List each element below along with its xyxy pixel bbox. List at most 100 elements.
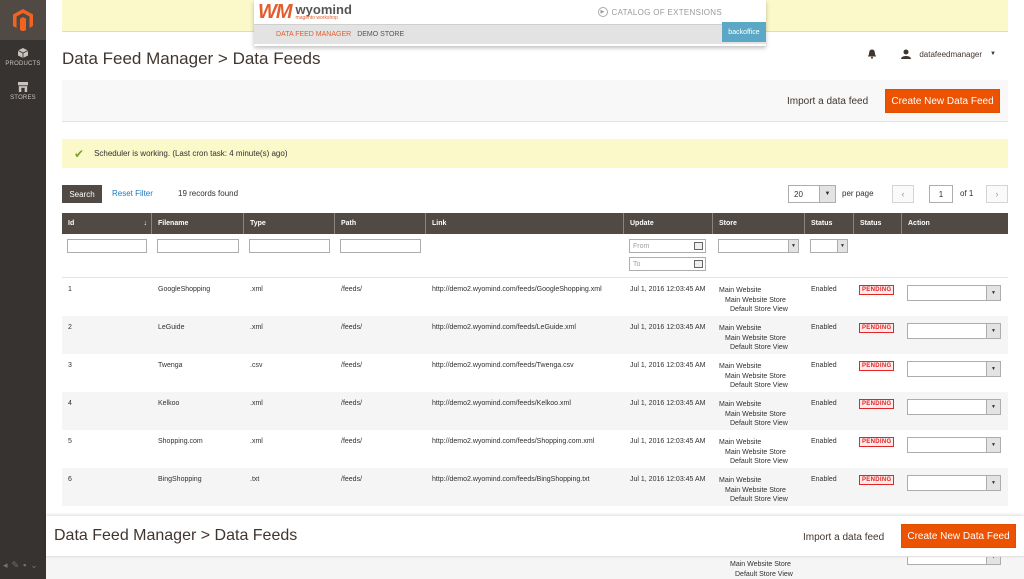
filter-id-input[interactable] bbox=[67, 239, 147, 253]
user-icon bbox=[901, 49, 912, 59]
records-count: 19 records found bbox=[178, 189, 239, 198]
banner-crumb-store[interactable]: DEMO STORE bbox=[357, 31, 404, 38]
status-badge: PENDING bbox=[859, 437, 895, 447]
chevron-left-icon: ‹ bbox=[901, 189, 905, 199]
action-select[interactable]: ▼ bbox=[907, 399, 1001, 415]
table-row[interactable]: 2 LeGuide .xml/feeds/http://demo2.wyomind.… bbox=[62, 316, 1008, 354]
store-line: Main Website Store bbox=[725, 410, 786, 418]
column-header-store[interactable]: Store bbox=[713, 213, 805, 234]
cell-path: /feeds/ bbox=[341, 286, 363, 293]
caret-down-icon[interactable]: ▼ bbox=[990, 51, 996, 57]
column-header-link[interactable]: Link bbox=[426, 213, 624, 234]
action-select[interactable]: ▼ bbox=[907, 323, 1001, 339]
create-feed-button[interactable]: Create New Data Feed bbox=[885, 89, 1000, 113]
filter-type-input[interactable] bbox=[249, 239, 330, 253]
action-select[interactable]: ▼ bbox=[907, 361, 1001, 377]
action-select[interactable]: ▼ bbox=[907, 437, 1001, 453]
sidebar-item-stores[interactable]: STORES bbox=[0, 82, 46, 101]
sticky-import-feed-button[interactable]: Import a data feed bbox=[803, 532, 884, 543]
caret-down-icon: ▼ bbox=[837, 240, 847, 252]
filter-update-from[interactable]: From bbox=[629, 239, 706, 253]
filter-filename-input[interactable] bbox=[157, 239, 239, 253]
sidebar-item-products[interactable]: PRODUCTS bbox=[0, 48, 46, 67]
caret-down-icon: ▼ bbox=[986, 400, 1000, 414]
cell-type: .csv bbox=[250, 362, 263, 369]
caret-down-icon: ▼ bbox=[986, 362, 1000, 376]
page-input[interactable]: 1 bbox=[929, 185, 953, 203]
calendar-icon[interactable] bbox=[694, 260, 703, 268]
table-row[interactable]: 1 GoogleShopping .xml/feeds/http://demo2.w… bbox=[62, 278, 1008, 316]
column-header-path[interactable]: Path bbox=[335, 213, 426, 234]
filter-status-select[interactable]: ▼ bbox=[810, 239, 848, 253]
prev-page-button[interactable]: ‹ bbox=[892, 185, 914, 203]
column-header-status[interactable]: Status bbox=[805, 213, 854, 234]
user-area: datafeedmanager ▼ bbox=[867, 49, 996, 59]
cell-store: Main Website Main Website Store Default St… bbox=[719, 286, 788, 315]
cell-status: Enabled bbox=[811, 362, 837, 369]
cell-status: Enabled bbox=[811, 476, 837, 483]
store-line: Main Website Store bbox=[725, 372, 786, 380]
table-row[interactable]: 4 Kelkoo .xml/feeds/http://demo2.wyomind.c… bbox=[62, 392, 1008, 430]
sticky-create-feed-button[interactable]: Create New Data Feed bbox=[901, 524, 1016, 548]
cell-id: 6 bbox=[68, 476, 72, 483]
next-page-button[interactable]: › bbox=[986, 185, 1008, 203]
cell-filename: LeGuide bbox=[158, 324, 185, 331]
page-title: Data Feed Manager > Data Feeds bbox=[62, 49, 321, 68]
column-header-update[interactable]: Update bbox=[624, 213, 713, 234]
table-row[interactable]: 6 BingShopping .txt/feeds/http://demo2.wyo… bbox=[62, 468, 1008, 506]
partial-row: Main Website Store Default Store View ▼ bbox=[46, 557, 1024, 579]
cell-filename: BingShopping bbox=[158, 476, 202, 483]
username[interactable]: datafeedmanager bbox=[919, 50, 982, 59]
cell-store: Main Website Main Website Store Default St… bbox=[719, 438, 788, 467]
main-content: WM wyomind magento workshop ▶ CATALOG OF… bbox=[46, 0, 1024, 579]
column-header-status-2[interactable]: Status bbox=[854, 213, 902, 234]
caret-down-icon: ▼ bbox=[788, 240, 798, 252]
bell-icon[interactable] bbox=[867, 49, 877, 59]
column-header-filename[interactable]: Filename bbox=[152, 213, 244, 234]
store-line: Main Website bbox=[719, 477, 762, 484]
cell-id: 2 bbox=[68, 324, 72, 331]
cell-link: http://demo2.wyomind.com/feeds/Twenga.cs… bbox=[432, 362, 574, 369]
table-row[interactable]: 5 Shopping.com .xml/feeds/http://demo2.wyo… bbox=[62, 430, 1008, 468]
calendar-icon[interactable] bbox=[694, 242, 703, 250]
banner-crumb-extension[interactable]: DATA FEED MANAGER bbox=[276, 31, 351, 38]
per-page-select[interactable]: 20 ▼ bbox=[788, 185, 836, 203]
wyomind-banner: WM wyomind magento workshop ▶ CATALOG OF… bbox=[254, 0, 766, 46]
status-badge: PENDING bbox=[859, 285, 895, 295]
magento-logo-icon[interactable] bbox=[0, 0, 46, 40]
pencil-icon[interactable]: ✎ bbox=[12, 560, 20, 571]
store-group-line: Main Website Store bbox=[730, 561, 791, 568]
catalog-link[interactable]: ▶ CATALOG OF EXTENSIONS bbox=[597, 7, 722, 17]
caret-down-icon: ▼ bbox=[986, 438, 1000, 452]
arrow-down-icon[interactable]: ⌄ bbox=[30, 560, 38, 571]
caret-down-icon: ▼ bbox=[986, 286, 1000, 300]
table-row[interactable]: 3 Twenga .csv/feeds/http://demo2.wyomind.c… bbox=[62, 354, 1008, 392]
cell-filename: Shopping.com bbox=[158, 438, 203, 445]
cell-link: http://demo2.wyomind.com/feeds/BingShopp… bbox=[432, 476, 590, 483]
filter-from-placeholder: From bbox=[633, 242, 650, 250]
action-select[interactable]: ▼ bbox=[907, 557, 1001, 565]
cell-id: 3 bbox=[68, 362, 72, 369]
import-feed-button[interactable]: Import a data feed bbox=[787, 96, 868, 107]
search-button[interactable]: Search bbox=[62, 185, 102, 203]
column-header-type[interactable]: Type bbox=[244, 213, 335, 234]
backoffice-button[interactable]: backoffice bbox=[722, 22, 766, 42]
arrow-left-icon[interactable]: ◂ bbox=[3, 560, 8, 571]
cell-link: http://demo2.wyomind.com/feeds/Kelkoo.xm… bbox=[432, 400, 571, 407]
store-line: Default Store View bbox=[730, 306, 788, 313]
cell-link: http://demo2.wyomind.com/feeds/LeGuide.x… bbox=[432, 324, 576, 331]
admin-sidebar: PRODUCTS STORES ◂ ✎ ▪ ⌄ bbox=[0, 0, 46, 579]
wyomind-logo-icon[interactable]: WM bbox=[258, 1, 293, 24]
filter-store-select[interactable]: ▼ bbox=[718, 239, 799, 253]
cell-store: Main Website Main Website Store Default St… bbox=[719, 476, 788, 505]
action-select[interactable]: ▼ bbox=[907, 285, 1001, 301]
page-total: of 1 bbox=[960, 189, 974, 198]
filter-update-to[interactable]: To bbox=[629, 257, 706, 271]
column-header-id[interactable]: Id ↓ bbox=[62, 213, 152, 234]
cell-update: Jul 1, 2016 12:03:45 AM bbox=[630, 400, 706, 407]
reset-filter-link[interactable]: Reset Filter bbox=[112, 189, 153, 198]
action-select[interactable]: ▼ bbox=[907, 475, 1001, 491]
cell-store: Main Website Main Website Store Default St… bbox=[719, 400, 788, 429]
filter-path-input[interactable] bbox=[340, 239, 421, 253]
square-icon[interactable]: ▪ bbox=[23, 560, 26, 571]
